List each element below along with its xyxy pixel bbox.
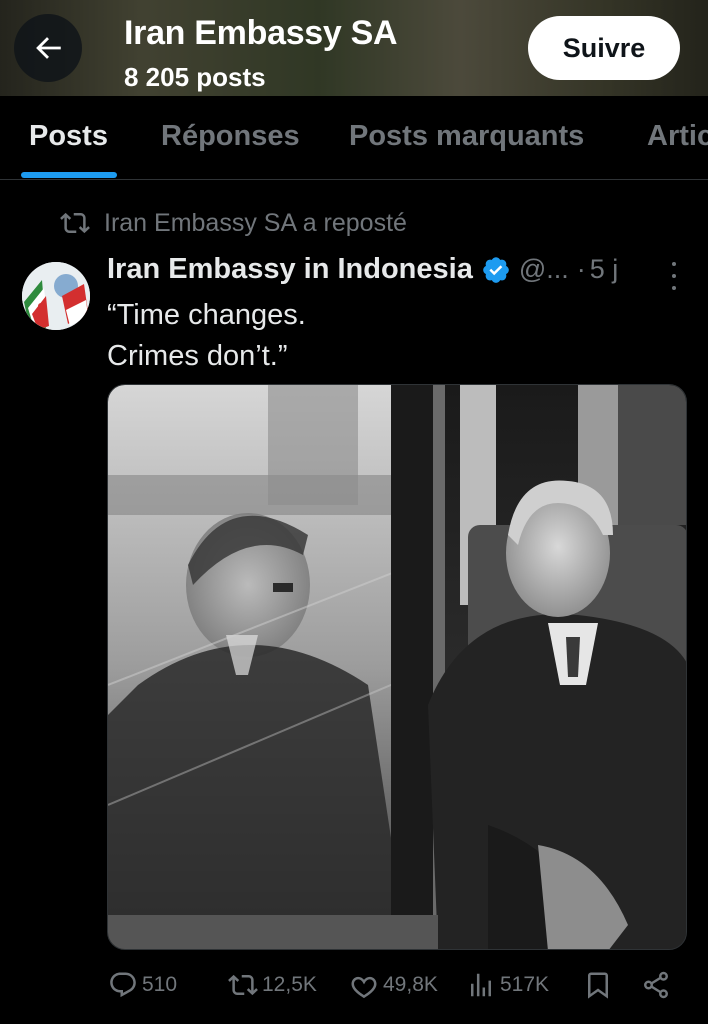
views-chart-icon: [471, 973, 491, 997]
separator-dot: ·: [576, 254, 586, 284]
repost-icon: [228, 974, 258, 996]
views-count: 517K: [500, 973, 550, 996]
like-button[interactable]: 49,8K: [349, 970, 438, 1000]
verified-badge-icon: [483, 256, 509, 283]
repost-context[interactable]: Iran Embassy SA a reposté: [60, 208, 407, 238]
tab-posts[interactable]: Posts: [29, 120, 108, 153]
reply-icon: [110, 972, 136, 998]
repost-count: 12,5K: [262, 973, 317, 996]
post-time[interactable]: 5 j: [590, 254, 619, 285]
bookmark-icon: [588, 972, 608, 999]
post-text-line: “Time changes.: [107, 299, 306, 331]
bookmark-button[interactable]: [583, 970, 613, 1000]
active-tab-indicator: [21, 172, 117, 178]
post-text-line: Crimes don’t.”: [107, 340, 288, 372]
author-handle[interactable]: @...: [519, 254, 569, 285]
profile-tabs: Posts Réponses Posts marquants Artic: [0, 96, 708, 180]
profile-header: Iran Embassy SA 8 205 posts Suivre: [0, 0, 708, 96]
tab-replies[interactable]: Réponses: [161, 120, 300, 153]
repost-icon: [60, 212, 90, 234]
tab-highlights[interactable]: Posts marquants: [349, 120, 584, 153]
profile-title: Iran Embassy SA: [124, 14, 398, 52]
repost-text: Iran Embassy SA a reposté: [104, 208, 407, 237]
post-count: 8 205 posts: [124, 62, 266, 92]
back-button[interactable]: [14, 14, 82, 82]
reply-button[interactable]: 510: [108, 970, 177, 1000]
post-actions: 510 12,5K 49,8K 517K: [0, 962, 708, 1012]
heart-icon: [351, 976, 377, 999]
post-text: “Time changes. Crimes don’t.”: [107, 295, 306, 377]
views-button[interactable]: 517K: [466, 970, 549, 1000]
like-count: 49,8K: [383, 973, 438, 996]
tab-articles[interactable]: Artic: [647, 120, 708, 153]
repost-button[interactable]: 12,5K: [228, 970, 317, 1000]
share-button[interactable]: [641, 970, 671, 1000]
share-icon: [644, 971, 668, 999]
follow-button[interactable]: Suivre: [528, 16, 680, 80]
post-image[interactable]: [107, 384, 687, 950]
author-avatar[interactable]: [22, 262, 90, 330]
reply-count: 510: [142, 973, 178, 996]
arrow-left-icon: [36, 37, 61, 59]
author-name[interactable]: Iran Embassy in Indonesia: [107, 253, 473, 286]
post-header: Iran Embassy in Indonesia @... · 5 j: [107, 253, 618, 286]
more-options-icon[interactable]: [664, 262, 684, 290]
